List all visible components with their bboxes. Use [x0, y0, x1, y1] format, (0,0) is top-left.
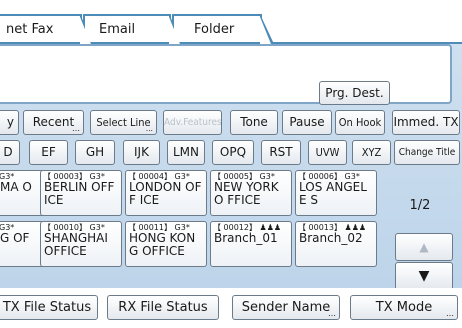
destination-key[interactable]: 【 00003】 G3* BERLIN OFF ICE — [40, 170, 122, 216]
index-tab-lmn[interactable]: LMN — [167, 140, 205, 165]
index-tab-ijk[interactable]: IJK — [123, 140, 160, 165]
scroll-down-button[interactable]: ▼ — [395, 262, 453, 290]
destination-name: HONG KONG OFFICE — [129, 231, 196, 258]
button-label: Sender Name — [241, 300, 331, 315]
destination-name: Branch_01 — [214, 231, 278, 245]
button-label: D — [3, 145, 13, 159]
index-tab-gh[interactable]: GH — [75, 140, 115, 165]
destination-name: SHANGHAI OFFICE — [44, 231, 108, 258]
button-label: Change Title — [398, 147, 456, 158]
destination-name: LOS ANGELE S — [299, 180, 367, 207]
index-tab-d[interactable]: D — [0, 140, 20, 165]
chevron-down-icon: ▼ — [418, 268, 430, 284]
button-label: On Hook — [338, 116, 382, 129]
page-indicator: 1/2 — [409, 198, 431, 213]
destination-key[interactable]: 【 00006】 G3* LOS ANGELE S — [295, 170, 377, 216]
tab-email[interactable]: Email — [83, 14, 183, 44]
index-tab-uvw[interactable]: UVW — [308, 140, 347, 165]
destination-name: MA O — [0, 180, 32, 194]
tab-internet-fax[interactable]: net Fax — [0, 14, 94, 44]
destination-name: BERLIN OFF ICE — [44, 180, 115, 207]
index-tab-xyz[interactable]: XYZ — [352, 140, 391, 165]
button-label: TX File Status — [2, 300, 92, 315]
index-tab-rst[interactable]: RST — [261, 140, 301, 165]
button-label: Immed. TX — [393, 115, 459, 129]
destination-key[interactable]: 【 00010】 G3* SHANGHAI OFFICE — [40, 221, 122, 267]
button-label: LMN — [172, 145, 199, 159]
more-indicator-icon: … — [328, 309, 336, 318]
tab-label: net Fax — [6, 22, 54, 37]
tab-folder[interactable]: Folder — [172, 14, 274, 44]
button-label: OPQ — [219, 145, 247, 159]
button-label: GH — [85, 145, 105, 159]
button-label: Adv.Features — [164, 117, 222, 128]
button-label: TX Mode — [375, 300, 433, 315]
button-label: RX File Status — [118, 300, 208, 315]
destination-name: G OF — [0, 231, 30, 245]
index-tab-opq[interactable]: OPQ — [212, 140, 254, 165]
tx-file-status-button[interactable]: TX File Status — [0, 295, 98, 320]
button-label: XYZ — [361, 146, 382, 159]
destination-key[interactable]: 【 00012】 ♟♟♟ Branch_01 — [210, 221, 292, 267]
on-hook-button[interactable]: On Hook — [335, 110, 385, 135]
tx-mode-button[interactable]: TX Mode … — [350, 295, 458, 320]
destination-key[interactable]: 【 00013】 ♟♟♟ Branch_02 — [295, 221, 377, 267]
partial-left-button[interactable]: y — [0, 110, 19, 135]
button-label: UVW — [315, 146, 340, 159]
index-tab-ef[interactable]: EF — [29, 140, 68, 165]
fax-screen: net Fax Email Folder Prg. Dest. y Recent… — [0, 0, 462, 328]
destination-name: LONDON OFF ICE — [129, 180, 202, 207]
chevron-up-icon: ▲ — [419, 240, 429, 254]
button-label: Prg. Dest. — [325, 86, 384, 100]
destination-key[interactable]: 【 00004】 G3* LONDON OFF ICE — [125, 170, 207, 216]
adv-features-button[interactable]: Adv.Features — [163, 110, 222, 135]
more-indicator-icon: … — [145, 124, 153, 133]
button-label: Tone — [240, 115, 268, 129]
destination-tab-bar: net Fax Email Folder — [0, 0, 462, 44]
destination-key[interactable]: 【 00005】 G3* NEW YORK O FFICE — [210, 170, 292, 216]
immediate-tx-button[interactable]: Immed. TX — [392, 110, 460, 135]
tone-button[interactable]: Tone — [230, 110, 278, 135]
button-label: y — [6, 115, 14, 129]
button-label: Recent — [32, 115, 75, 129]
more-indicator-icon: … — [72, 124, 80, 133]
destination-panel: Prg. Dest. y Recent… Select Line… Adv.Fe… — [0, 44, 462, 290]
rx-file-status-button[interactable]: RX File Status — [107, 295, 219, 320]
sender-name-button[interactable]: Sender Name… — [232, 295, 340, 320]
program-destination-button[interactable]: Prg. Dest. — [319, 81, 390, 105]
destination-name: Branch_02 — [299, 231, 363, 245]
change-title-button[interactable]: Change Title — [394, 140, 460, 165]
button-label: IJK — [134, 145, 149, 159]
destination-name: NEW YORK O FFICE — [214, 180, 279, 207]
scroll-up-button[interactable]: ▲ — [395, 233, 453, 261]
more-indicator-icon: … — [446, 309, 454, 318]
button-label: Select Line — [96, 116, 151, 129]
tab-label: Folder — [194, 22, 235, 37]
tab-label: Email — [99, 22, 136, 37]
button-label: Pause — [289, 115, 325, 129]
button-label: EF — [41, 145, 56, 159]
recent-button[interactable]: Recent… — [23, 110, 84, 135]
pause-button[interactable]: Pause — [282, 110, 332, 135]
button-label: RST — [269, 145, 293, 159]
destination-key[interactable]: 【 00011】 G3* HONG KONG OFFICE — [125, 221, 207, 267]
select-line-button[interactable]: Select Line… — [90, 110, 157, 135]
